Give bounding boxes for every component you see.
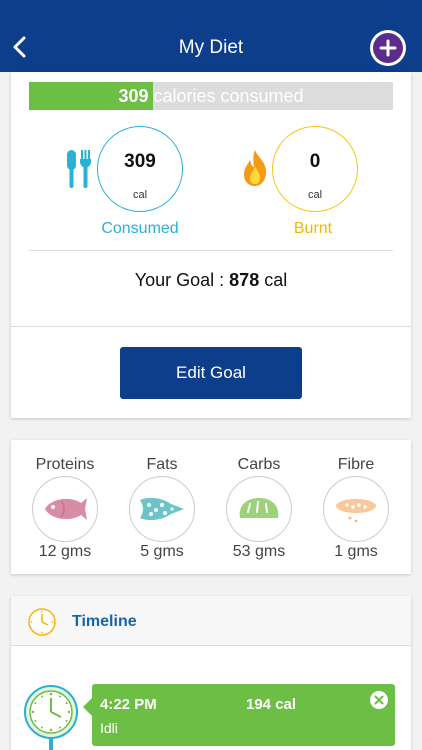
add-button[interactable] (370, 30, 406, 66)
goal-text: Your Goal : 878 cal (11, 270, 411, 291)
top-bar: My Diet (0, 0, 422, 72)
consumed-value: 309 (124, 151, 156, 172)
fat-icon (129, 476, 195, 542)
nutrient-value: 5 gms (140, 543, 184, 560)
consumed-label: Consumed (101, 220, 179, 237)
divider (11, 326, 411, 327)
delete-entry-button[interactable] (370, 691, 388, 709)
bread-icon (226, 476, 292, 542)
entry-time: 4:22 PM (100, 696, 157, 713)
burnt-circle: 0 cal (272, 126, 358, 212)
burnt-unit: cal (307, 189, 323, 201)
timeline-entry[interactable]: 4:22 PM 194 cal Idli (83, 684, 395, 746)
burnt-value: 0 (309, 151, 321, 172)
nutrient-name: Fibre (337, 456, 375, 473)
plus-icon (373, 33, 403, 63)
calorie-progress-bar: 309 calories consumed (29, 82, 393, 110)
edit-goal-button[interactable]: Edit Goal (120, 347, 302, 399)
calorie-progress-value: 309 (118, 86, 149, 106)
nutrient-proteins[interactable]: Proteins 12 gms (15, 440, 115, 574)
nutrient-name: Carbs (237, 456, 281, 473)
calorie-progress-suffix: calories consumed (148, 86, 304, 106)
goal-value: 878 (229, 270, 260, 290)
timeline-header: Timeline (11, 596, 411, 646)
calorie-summary-card: 309 calories consumed 309 cal Consumed 0… (11, 72, 411, 418)
timeline-card: Timeline 4:22 PM 194 cal Idli (11, 596, 411, 750)
fork-knife-icon (67, 150, 91, 188)
page-title: My Diet (178, 37, 244, 58)
nutrient-value: 1 gms (334, 543, 378, 560)
goal-unit: cal (259, 270, 288, 290)
nutrient-value: 53 gms (232, 543, 286, 560)
fish-icon (32, 476, 98, 542)
calorie-progress-text: 309 calories consumed (29, 86, 393, 107)
goal-label: Your Goal : (134, 270, 230, 290)
nutrient-name: Proteins (35, 456, 95, 473)
flame-icon (244, 150, 267, 186)
fibre-icon (323, 476, 389, 542)
burnt-label: Burnt (293, 220, 333, 237)
entry-calories: 194 cal (246, 696, 297, 713)
clock-icon (24, 685, 78, 739)
timeline-title: Timeline (72, 613, 137, 630)
nutrient-value: 12 gms (38, 543, 92, 560)
nutrient-fats[interactable]: Fats 5 gms (112, 440, 212, 574)
entry-food-name: Idli (100, 720, 118, 736)
nutrients-card: Proteins 12 gms Fats 5 gms Carbs 53 gms … (11, 440, 411, 574)
nutrient-name: Fats (146, 456, 178, 473)
divider (29, 250, 393, 251)
consumed-circle: 309 cal (97, 126, 183, 212)
clock-icon (28, 608, 56, 636)
nutrient-fibre[interactable]: Fibre 1 gms (306, 440, 406, 574)
consumed-unit: cal (132, 189, 148, 201)
close-icon (374, 695, 384, 705)
nutrient-carbs[interactable]: Carbs 53 gms (209, 440, 309, 574)
